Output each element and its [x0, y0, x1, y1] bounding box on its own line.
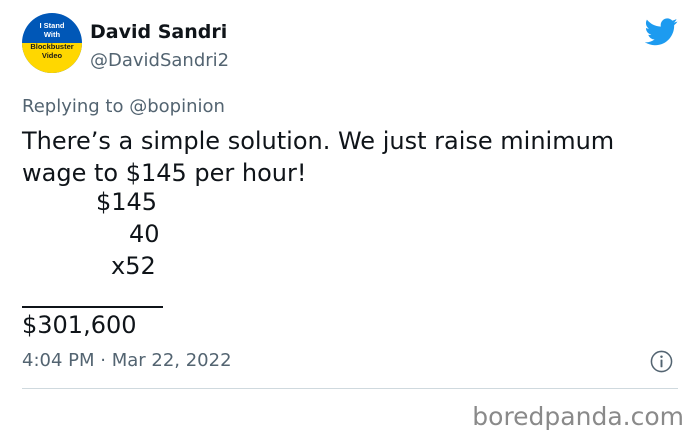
- tweet-timestamp[interactable]: 4:04 PM · Mar 22, 2022: [22, 350, 232, 372]
- avatar-text-line: With: [43, 30, 61, 39]
- reply-mention-link[interactable]: @bopinion: [129, 96, 225, 117]
- watermark: boredpanda.com: [472, 402, 684, 431]
- author-name[interactable]: David Sandri: [90, 21, 227, 43]
- tweet-text-line-1: There’s a simple solution. We just raise…: [22, 127, 615, 155]
- tweet-text-line-2: wage to $145 per hour!: [22, 159, 307, 187]
- replying-to: Replying to @bopinion: [22, 96, 225, 118]
- divider: [22, 388, 678, 389]
- tweet-card: I Stand With Blockbuster Video David San…: [0, 0, 700, 441]
- calc-line-2: 40: [129, 220, 160, 248]
- twitter-bird-icon[interactable]: [645, 18, 678, 46]
- avatar-text-line: I Stand: [39, 21, 65, 30]
- avatar-text-line: Video: [41, 51, 63, 60]
- calc-line-3: x52: [111, 252, 156, 280]
- info-icon[interactable]: [650, 350, 673, 373]
- author-handle[interactable]: @DavidSandri2: [90, 50, 229, 72]
- avatar-text-line: Blockbuster: [30, 42, 74, 51]
- calc-underline: [22, 306, 163, 308]
- calc-line-1: $145: [96, 188, 158, 216]
- reply-prefix: Replying to: [22, 96, 124, 117]
- calc-result: $301,600: [22, 311, 137, 339]
- avatar[interactable]: I Stand With Blockbuster Video: [22, 13, 82, 73]
